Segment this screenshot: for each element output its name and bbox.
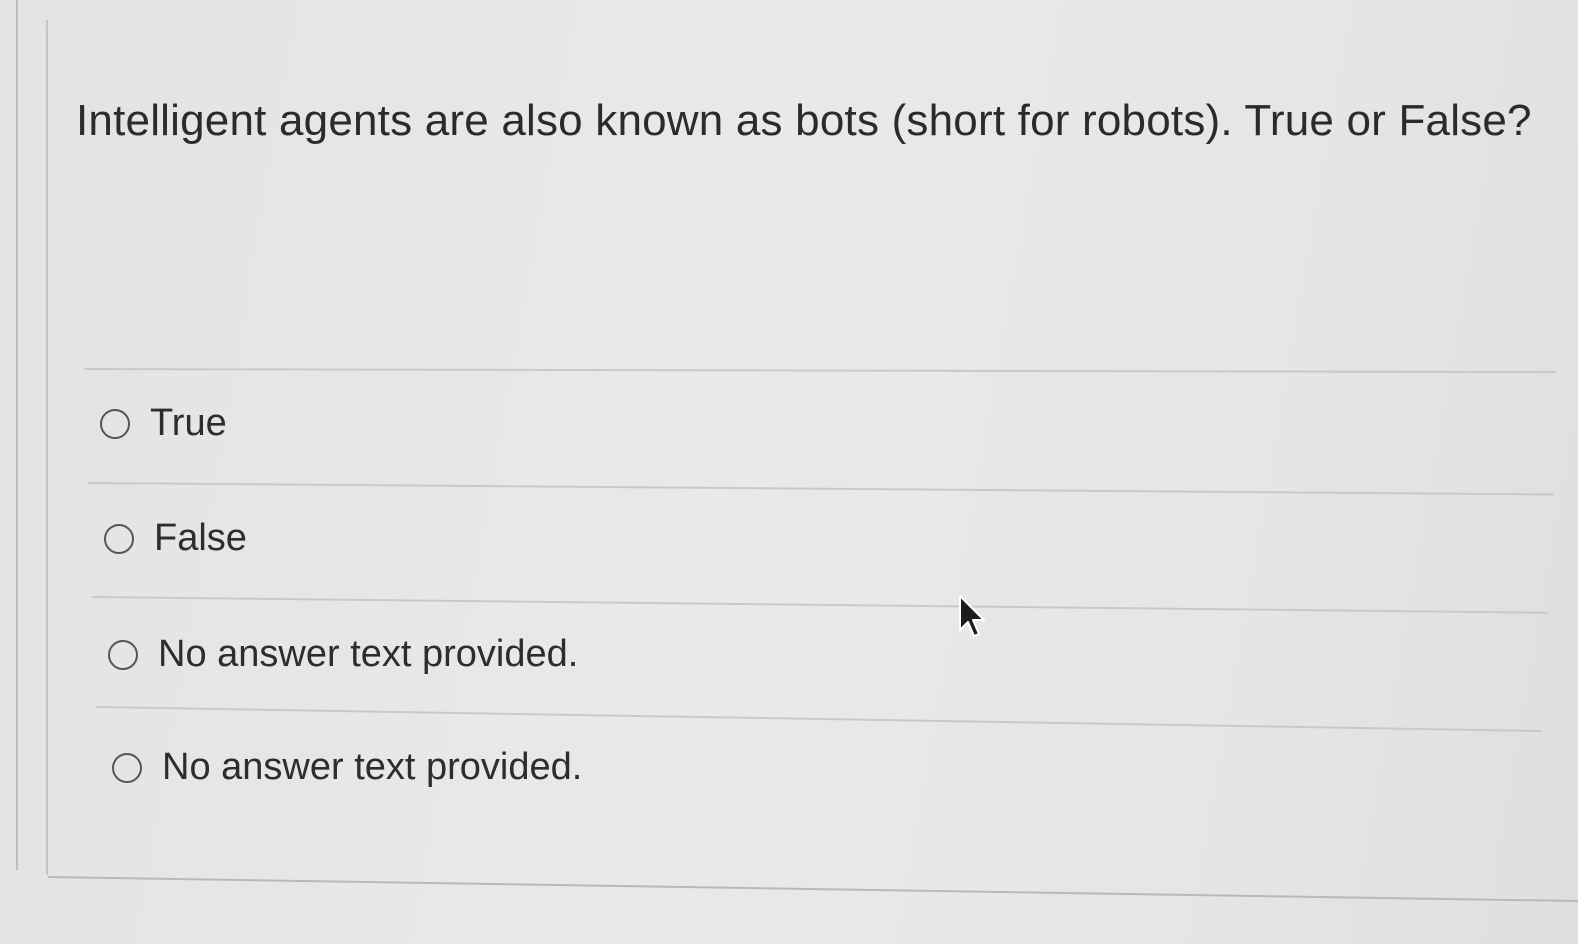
option-false[interactable]: False — [104, 517, 247, 560]
radio-button-icon[interactable] — [108, 639, 138, 670]
option-true[interactable]: True — [100, 402, 227, 445]
divider — [91, 596, 1548, 614]
option-label: No answer text provided. — [158, 633, 579, 675]
option-label: False — [154, 517, 247, 559]
divider — [95, 706, 1542, 732]
radio-button-icon[interactable] — [112, 752, 142, 783]
option-label: No answer text provided. — [162, 746, 583, 788]
quiz-screen: Intelligent agents are also known as bot… — [0, 0, 1578, 944]
option-no-answer-1[interactable]: No answer text provided. — [108, 633, 578, 676]
option-label: True — [150, 402, 227, 444]
radio-button-icon[interactable] — [100, 408, 130, 439]
divider — [83, 368, 1556, 374]
radio-button-icon[interactable] — [104, 523, 134, 554]
option-no-answer-2[interactable]: No answer text provided. — [112, 746, 582, 789]
mouse-pointer-icon — [959, 595, 985, 637]
divider — [87, 482, 1554, 496]
answer-options: True False No answer text provided. No a… — [0, 0, 1578, 944]
